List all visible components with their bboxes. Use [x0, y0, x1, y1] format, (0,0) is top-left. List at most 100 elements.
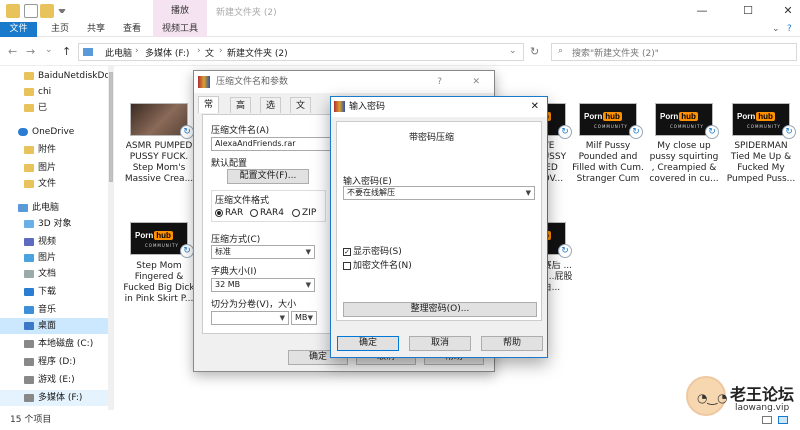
password-ok-button[interactable]: 确定	[337, 336, 399, 351]
split-size-input[interactable]: ▼	[211, 311, 289, 325]
split-unit-select[interactable]: MB ▼	[291, 311, 317, 325]
recent-locations-icon[interactable]: ⌄	[45, 45, 53, 55]
file-name[interactable]: Milf Pussy Pounded and Filled with Cum. …	[571, 141, 645, 185]
folder-icon	[24, 163, 34, 172]
password-cancel-button[interactable]: 取消	[409, 336, 471, 351]
help-icon[interactable]: ?	[787, 24, 792, 34]
tab-home[interactable]: 主页	[42, 22, 78, 37]
tab-share[interactable]: 共享	[78, 22, 114, 37]
radio-icon	[215, 208, 223, 217]
tab-advanced[interactable]: 高级	[230, 97, 252, 127]
sidebar-item-yi[interactable]: 已	[0, 100, 108, 116]
file-name[interactable]: SPIDERMAN Tied Me Up & Fucked My Pumped …	[724, 141, 798, 185]
forward-button[interactable]: →	[26, 45, 35, 58]
folder-icon	[24, 87, 34, 96]
sidebar-item-onedrive[interactable]: OneDrive	[0, 124, 108, 140]
refresh-icon[interactable]: ↻	[530, 45, 539, 58]
search-placeholder: 搜索"新建文件夹 (2)"	[572, 49, 659, 59]
sidebar-item-attachments[interactable]: 附件	[0, 142, 108, 158]
file-name[interactable]: My close up pussy squirting , Creampied …	[647, 141, 721, 185]
document-icon	[24, 269, 34, 278]
back-button[interactable]: ←	[8, 45, 17, 58]
sidebar-item-3d[interactable]: 3D 对象	[0, 216, 108, 232]
sidebar-item-files[interactable]: 文件	[0, 176, 108, 192]
ribbon-collapse-icon[interactable]: ⌄	[772, 24, 780, 34]
breadcrumb-this-pc[interactable]: 此电脑	[105, 46, 132, 59]
tab-options[interactable]: 选项	[260, 97, 282, 127]
method-label: 压缩方式(C)	[211, 235, 261, 245]
tab-file[interactable]: 文件	[0, 22, 37, 37]
customize-toolbar-icon[interactable]	[58, 9, 66, 13]
breadcrumb-sep-icon: ›	[135, 46, 139, 56]
large-icons-view-icon[interactable]	[778, 416, 788, 424]
folder-icon	[24, 103, 34, 112]
encrypt-names-checkbox[interactable]: 加密文件名(N)	[343, 258, 412, 271]
path-box[interactable]: 此电脑 › 多媒体 (F:) › 文 › 新建文件夹 (2) ⌄	[78, 43, 524, 61]
format-rar4-radio[interactable]: RAR4	[250, 208, 284, 218]
tab-video-tools[interactable]: 视频工具	[153, 22, 207, 37]
search-input[interactable]: ⌕ 搜索"新建文件夹 (2)"	[551, 43, 797, 61]
organize-passwords-button[interactable]: 整理密码(O)...	[343, 302, 537, 317]
folder-icon	[6, 4, 20, 18]
close-icon[interactable]: ✕	[472, 71, 480, 93]
sidebar-item-music[interactable]: 音乐	[0, 302, 108, 318]
window-title: 新建文件夹 (2)	[216, 8, 277, 18]
folder-icon	[24, 145, 34, 154]
winrar-icon	[334, 101, 345, 112]
dictionary-label: 字典大小(I)	[211, 267, 257, 277]
file-name[interactable]: ASMR PUMPED PUSSY FUCK. Step Mom's Massi…	[122, 141, 196, 185]
new-folder-icon[interactable]	[40, 4, 54, 18]
password-dialog-title-bar: 输入密码 ✕	[331, 97, 547, 117]
breadcrumb-drive[interactable]: 多媒体 (F:)	[145, 46, 189, 59]
sidebar-item-drive-e[interactable]: 游戏 (E:)	[0, 372, 108, 388]
close-icon[interactable]: ✕	[531, 97, 539, 117]
ribbon-tabs: 文件 主页 共享 查看 视频工具 ⌄ ?	[0, 22, 800, 37]
item-count: 15 个项目	[10, 415, 52, 425]
method-select[interactable]: 标准 ▼	[211, 245, 315, 259]
archive-name-label: 压缩文件名(A)	[211, 126, 270, 136]
video-icon	[24, 237, 34, 246]
tab-view[interactable]: 查看	[114, 22, 150, 37]
face-icon: ◔‿◔	[697, 391, 728, 405]
tab-files[interactable]: 文件	[290, 97, 312, 127]
help-icon[interactable]: ?	[437, 71, 442, 93]
details-view-icon[interactable]	[762, 416, 772, 424]
archive-name-field[interactable]: AlexaAndFriends.rar	[211, 137, 339, 151]
minimize-button[interactable]: —	[679, 0, 725, 22]
sidebar-item-drive-f[interactable]: 多媒体 (F:)	[0, 390, 108, 406]
search-icon: ⌕	[558, 46, 564, 56]
properties-icon[interactable]	[24, 4, 38, 18]
sidebar-item-documents[interactable]: 文档	[0, 266, 108, 282]
password-panel: 带密码压缩 输入密码(E) 不要在线解压 ▼ ✓ 显示密码(S) 加密文件名(N) …	[336, 121, 542, 321]
address-dropdown-icon[interactable]: ⌄	[509, 46, 517, 56]
sidebar-item-chi[interactable]: chi	[0, 84, 108, 100]
password-input[interactable]: 不要在线解压 ▼	[343, 186, 535, 200]
dictionary-select[interactable]: 32 MB ▼	[211, 278, 315, 292]
chevron-down-icon: ▼	[307, 314, 313, 322]
show-password-checkbox[interactable]: ✓ 显示密码(S)	[343, 244, 402, 257]
up-button[interactable]: ↑	[62, 45, 71, 58]
tab-general[interactable]: 常规	[198, 96, 220, 126]
sidebar-item-pictures[interactable]: 图片	[0, 250, 108, 266]
scrollbar-thumb[interactable]	[109, 72, 113, 182]
password-help-button[interactable]: 帮助	[481, 336, 543, 351]
sidebar-item-pictures-od[interactable]: 图片	[0, 160, 108, 176]
sidebar-item-desktop[interactable]: 桌面	[0, 318, 108, 334]
watermark-title: 老王论坛	[730, 385, 795, 404]
close-button[interactable]: ✕	[765, 0, 800, 22]
sidebar-item-downloads[interactable]: 下载	[0, 284, 108, 300]
breadcrumb-current[interactable]: 新建文件夹 (2)	[227, 46, 288, 59]
file-name[interactable]: Step Mom Fingered & Fucked Big Dick in P…	[122, 261, 196, 305]
sidebar-item-videos[interactable]: 视频	[0, 234, 108, 250]
sidebar-item-drive-c[interactable]: 本地磁盘 (C:)	[0, 336, 108, 352]
breadcrumb-folder[interactable]: 文	[205, 46, 214, 59]
sidebar-item-drive-d[interactable]: 程序 (D:)	[0, 354, 108, 370]
music-icon	[24, 305, 34, 314]
profiles-button[interactable]: 配置文件(F)...	[227, 169, 309, 184]
sidebar-item-baidu[interactable]: BaiduNetdiskDo	[0, 68, 108, 84]
format-rar-radio[interactable]: RAR	[215, 208, 243, 218]
sidebar-item-this-pc[interactable]: 此电脑	[0, 200, 108, 216]
share-badge-icon: ↻	[180, 244, 194, 258]
format-zip-radio[interactable]: ZIP	[292, 208, 316, 218]
share-badge-icon: ↻	[782, 125, 796, 139]
